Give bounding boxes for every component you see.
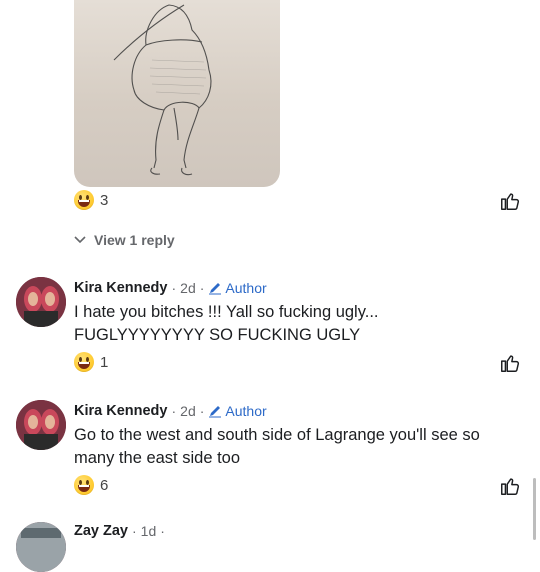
avatar-image	[16, 522, 66, 572]
comment-reaction-summary[interactable]: 1	[74, 352, 108, 372]
author-badge-label: Author	[225, 403, 267, 419]
comment-header: Kira Kennedy · 2d · Author	[74, 280, 267, 296]
comment-text: I hate you bitches !!! Yall so fucking u…	[74, 301, 524, 347]
author-badge-label: Author	[225, 280, 267, 296]
avatar-image	[16, 400, 66, 450]
scrollbar[interactable]	[533, 478, 536, 540]
comment-reaction-summary[interactable]: 6	[74, 475, 108, 495]
comment-separator: ·	[132, 523, 137, 539]
thumbs-up-icon[interactable]	[499, 352, 521, 374]
comment-separator: ·	[160, 523, 165, 539]
view-replies-link[interactable]: View 1 reply	[74, 232, 175, 248]
avatar[interactable]	[16, 277, 66, 327]
comment-time[interactable]: 1d	[141, 523, 157, 539]
comment-separator: ·	[199, 280, 205, 296]
post-reaction-summary[interactable]: 3	[74, 190, 108, 210]
comment-time[interactable]: 2d	[180, 403, 196, 419]
comment-text-line: many the east side too	[74, 449, 241, 467]
reaction-count: 1	[100, 353, 109, 371]
comment-header: Kira Kennedy · 2d · Author	[74, 403, 267, 419]
grinning-emoji-icon	[74, 475, 94, 495]
comment-time[interactable]: 2d	[180, 280, 196, 296]
grinning-emoji-icon	[74, 190, 94, 210]
pencil-icon	[209, 283, 222, 295]
chevron-down-icon	[74, 236, 86, 244]
reaction-count: 3	[100, 191, 109, 209]
comment-text: Go to the west and south side of Lagrang…	[74, 424, 524, 470]
comment-text-line: FUGLYYYYYYYY SO FUCKING UGLY	[74, 326, 361, 344]
avatar[interactable]	[16, 400, 66, 450]
comment-text-line: I hate you bitches !!! Yall so fucking u…	[74, 303, 379, 321]
comment-author[interactable]: Zay Zay	[74, 523, 128, 539]
comment-separator: ·	[171, 280, 177, 296]
sketch-drawing	[113, 4, 212, 176]
avatar-image	[16, 277, 66, 327]
grinning-emoji-icon	[74, 352, 94, 372]
author-badge: Author	[208, 280, 267, 296]
view-replies-label: View 1 reply	[94, 232, 175, 248]
avatar[interactable]	[16, 522, 66, 572]
reaction-count: 6	[100, 476, 109, 494]
comment-separator: ·	[199, 403, 205, 419]
comment-text-line: Go to the west and south side of Lagrang…	[74, 426, 480, 444]
comment-separator: ·	[171, 403, 177, 419]
author-badge: Author	[208, 403, 267, 419]
thumbs-up-icon[interactable]	[499, 475, 521, 497]
pencil-icon	[209, 406, 222, 418]
comment-header: Zay Zay · 1d ·	[74, 523, 165, 539]
thumbs-up-icon[interactable]	[499, 190, 521, 212]
comment-author[interactable]: Kira Kennedy	[74, 403, 167, 419]
comment-author[interactable]: Kira Kennedy	[74, 280, 167, 296]
post-image[interactable]	[74, 0, 280, 187]
